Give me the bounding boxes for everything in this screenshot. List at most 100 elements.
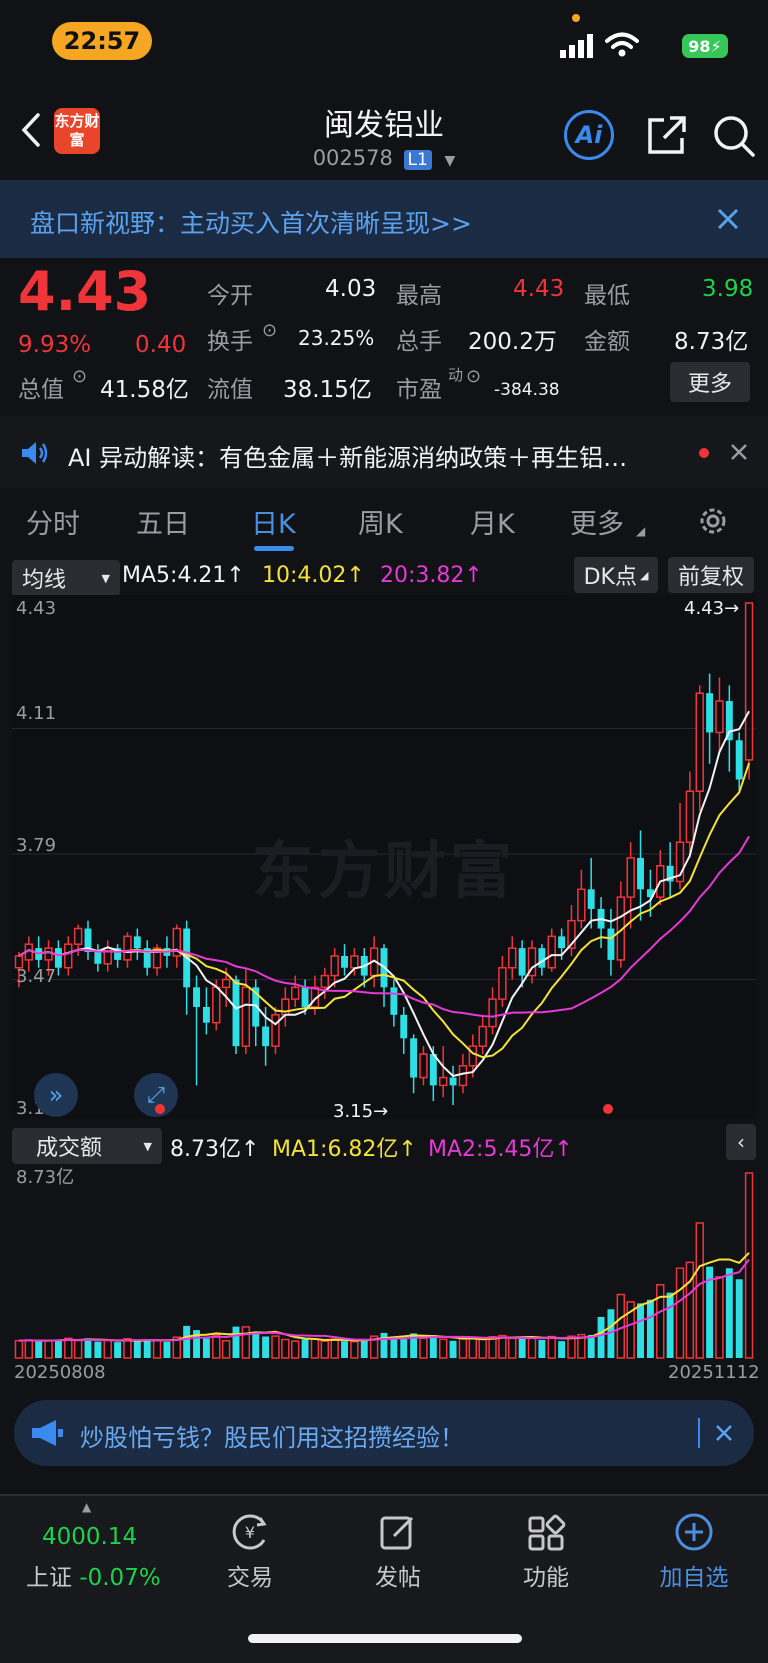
home-indicator[interactable] (248, 1634, 522, 1643)
volume-bar (438, 1338, 448, 1359)
y-label: 3.79 (16, 835, 57, 856)
volume-bar (143, 1339, 151, 1358)
dropdown-caret-icon[interactable]: ▼ (445, 153, 456, 169)
volume-value-label: 8.73亿↑ (170, 1137, 260, 1162)
info-icon[interactable]: ⊙ (466, 366, 481, 387)
volume-bar (84, 1338, 92, 1358)
info-icon[interactable]: ⊙ (262, 320, 277, 341)
candle-body (221, 978, 231, 989)
ai-icon[interactable]: Ai (564, 110, 614, 160)
volume-bar (488, 1335, 497, 1359)
volume-bar (123, 1338, 132, 1359)
volume-bar (350, 1340, 359, 1359)
float-value: 38.15亿 (283, 377, 372, 403)
volume-select[interactable]: 成交额 ▼ (12, 1128, 162, 1164)
volume-bar (44, 1339, 53, 1359)
volume-bar (320, 1340, 330, 1359)
candle-body (558, 936, 566, 949)
gear-icon[interactable] (697, 505, 729, 537)
red-dot (603, 1104, 613, 1114)
volume-value: 200.2万 (468, 329, 557, 355)
date-start: 20250808 (14, 1362, 106, 1383)
close-icon[interactable] (715, 1424, 733, 1442)
share-icon[interactable] (646, 114, 688, 156)
volume-bar (527, 1336, 537, 1359)
candle-body (262, 1026, 270, 1047)
dk-point-button[interactable]: DK点 ◢ (574, 557, 658, 593)
volume-bar (163, 1341, 171, 1358)
promo-banner-text[interactable]: 盘口新视野：主动买入首次清晰呈现>> (30, 204, 472, 240)
tab-weekly-k[interactable]: 周K (358, 502, 403, 541)
collapse-panel-button[interactable]: ‹ (726, 1124, 756, 1160)
ma-select[interactable]: 均线 ▼ (12, 560, 120, 596)
index-value[interactable]: 4000.14 (42, 1524, 137, 1550)
search-icon[interactable] (712, 114, 756, 158)
volume-bar (73, 1339, 83, 1359)
tab-monthly-k[interactable]: 月K (470, 502, 515, 541)
volume-bar (715, 1276, 724, 1359)
volume-bar (429, 1335, 437, 1358)
candle-body (429, 1054, 437, 1086)
float-label: 流值 (207, 377, 253, 403)
candle-body (94, 952, 102, 964)
nav-post[interactable]: 发帖 (358, 1558, 438, 1592)
candle-body (44, 947, 53, 961)
ad-text[interactable]: 炒股怕亏钱？股民们用这招攒经验！ (80, 1418, 464, 1453)
tab-more[interactable]: 更多 (570, 502, 624, 541)
svg-text:¥: ¥ (245, 1523, 255, 1542)
candle-body (488, 998, 497, 1028)
orange-dot (572, 14, 580, 22)
candle-body (744, 602, 754, 761)
level-badge[interactable]: L1 (403, 150, 432, 170)
grid-icon[interactable] (526, 1512, 566, 1552)
tab-five-day[interactable]: 五日 (136, 502, 190, 541)
post-icon[interactable] (378, 1512, 418, 1552)
candle-body (123, 935, 132, 961)
volume-bar (744, 1172, 754, 1359)
trade-icon[interactable]: ¥ (230, 1512, 270, 1552)
volume-bar (656, 1284, 665, 1359)
volume-bar (252, 1332, 260, 1358)
ma-select-label: 均线 (22, 568, 67, 593)
adjust-button[interactable]: 前复权 (668, 557, 754, 593)
close-icon[interactable] (730, 443, 748, 461)
speaker-icon (22, 442, 48, 464)
nav-add-watchlist[interactable]: 加自选 (646, 1558, 742, 1592)
volume-bar (458, 1338, 468, 1359)
index-row[interactable]: 上证 -0.07% (26, 1558, 161, 1592)
candle-body (341, 955, 348, 968)
candle-body (290, 986, 300, 1000)
volume-bar (360, 1338, 368, 1358)
info-icon[interactable]: ⊙ (72, 366, 87, 387)
add-circle-icon[interactable] (674, 1512, 714, 1552)
volume-bar (587, 1334, 595, 1358)
volume-ma2-label: MA2:5.45亿↑ (428, 1137, 573, 1162)
nav-function[interactable]: 功能 (506, 1558, 586, 1592)
ai-insight-text[interactable]: AI 异动解读：有色金属＋新能源消纳政策＋再生铝… (68, 438, 627, 473)
volume-bar (232, 1326, 240, 1358)
more-button[interactable]: 更多 (670, 362, 750, 402)
volume-bar (538, 1339, 546, 1358)
volume-bar (468, 1337, 478, 1359)
amount-label: 金额 (584, 329, 630, 355)
volume-bar (735, 1279, 743, 1358)
volume-bar (341, 1341, 348, 1358)
current-price: 4.43 (18, 260, 152, 323)
wifi-icon (605, 32, 639, 57)
tab-daily-k[interactable]: 日K (251, 502, 296, 541)
candle-body (193, 987, 200, 1007)
candle-body (587, 889, 595, 909)
y-label: 4.11 (16, 703, 57, 724)
amount-value: 8.73亿 (674, 329, 749, 355)
volume-bar (54, 1339, 62, 1358)
candle-body (410, 1038, 418, 1078)
close-icon[interactable] (716, 207, 740, 231)
volume-chart[interactable] (12, 1162, 756, 1360)
volume-bar (202, 1338, 210, 1358)
candle-body (271, 1014, 280, 1047)
expand-left-button[interactable]: » (34, 1073, 78, 1117)
volume-bar (290, 1340, 300, 1359)
tab-intraday[interactable]: 分时 (26, 502, 80, 541)
turnover-label: 换手 (207, 329, 253, 355)
nav-trade[interactable]: 交易 (210, 1558, 290, 1592)
